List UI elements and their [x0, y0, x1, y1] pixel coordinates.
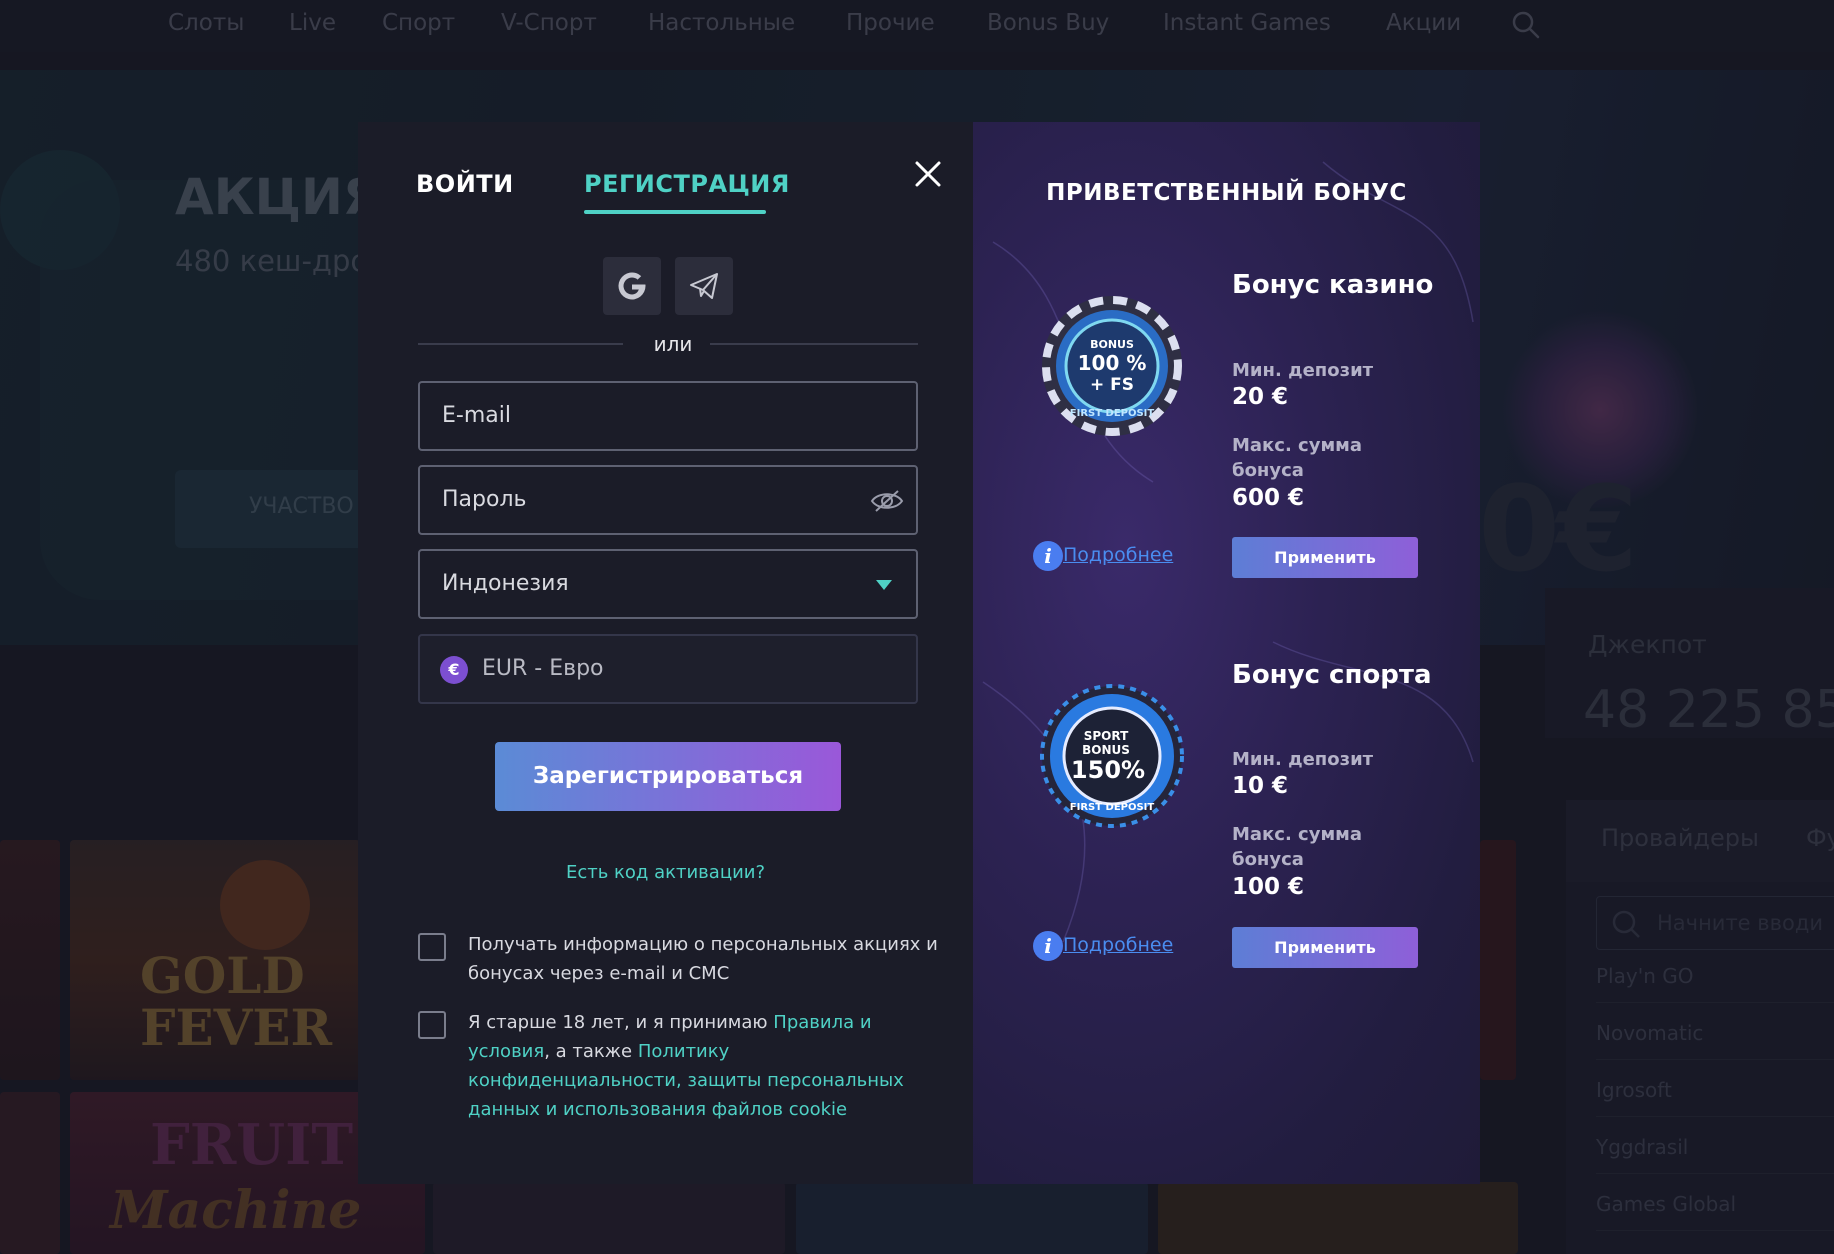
google-icon	[618, 272, 646, 300]
register-button[interactable]: Зарегистрироваться	[495, 742, 841, 811]
password-field[interactable]	[418, 465, 918, 535]
auth-modal: ВОЙТИ РЕГИСТРАЦИЯ или E-mail Индонезия €…	[358, 122, 1480, 1184]
chip-label: FIRST DEPOSIT	[1070, 408, 1155, 419]
tab-register[interactable]: РЕГИСТРАЦИЯ	[584, 170, 790, 198]
sport-max-bonus-value: 100 €	[1232, 874, 1305, 900]
sport-min-deposit-value: 10 €	[1232, 773, 1289, 799]
email-input[interactable]	[442, 383, 862, 449]
terms-text: , а также	[544, 1041, 638, 1062]
sport-bonus-apply-button[interactable]: Применить	[1232, 927, 1418, 968]
terms-consent-checkbox[interactable]	[418, 1011, 446, 1039]
casino-bonus-chip-icon: BONUS 100 % + FS FIRST DEPOSIT	[1042, 296, 1182, 436]
divider-label: или	[653, 332, 693, 356]
chip-label: 100 %	[1078, 351, 1147, 375]
chevron-down-icon	[876, 580, 892, 590]
euro-icon: €	[440, 656, 468, 684]
registration-form: ВОЙТИ РЕГИСТРАЦИЯ или E-mail Индонезия €…	[358, 122, 973, 1184]
sport-bonus-details-link[interactable]: Подробнее	[1063, 934, 1173, 956]
casino-bonus-title: Бонус казино	[1232, 270, 1434, 300]
marketing-consent-checkbox[interactable]	[418, 933, 446, 961]
email-field[interactable]	[418, 381, 918, 451]
telegram-icon	[690, 273, 718, 299]
country-select[interactable]: Индонезия	[418, 549, 918, 619]
active-tab-indicator	[584, 210, 766, 214]
close-icon[interactable]	[912, 158, 944, 190]
welcome-bonus-panel: ПРИВЕТСТВЕННЫЙ БОНУС BONUS 100 % + FS FI…	[973, 122, 1480, 1184]
sport-bonus-title: Бонус спорта	[1232, 660, 1432, 690]
sport-max-bonus-label: Макс. сумма бонуса	[1232, 824, 1363, 870]
marketing-consent-label: Получать информацию о персональных акция…	[468, 934, 938, 984]
chip-label: FIRST DEPOSIT	[1070, 802, 1155, 813]
chip-label: BONUS	[1090, 338, 1134, 351]
info-icon: i	[1033, 541, 1063, 571]
terms-text: Я старше 18 лет, и я принимаю	[468, 1012, 774, 1033]
casino-max-bonus-label: Макс. сумма бонуса	[1232, 435, 1363, 481]
sport-min-deposit-label: Мин. депозит	[1232, 749, 1374, 770]
toggle-password-visibility-icon[interactable]	[870, 487, 904, 515]
currency-field: € EUR - Евро	[418, 634, 918, 704]
sport-bonus-chip-icon: SPORT BONUS 150% FIRST DEPOSIT	[1040, 684, 1184, 828]
google-login-button[interactable]	[603, 257, 661, 315]
terms-consent-label: Я старше 18 лет, и я принимаю Правила и …	[468, 1008, 938, 1124]
welcome-bonus-title: ПРИВЕТСТВЕННЫЙ БОНУС	[1046, 180, 1407, 206]
chip-label: SPORT	[1084, 729, 1129, 743]
tab-login[interactable]: ВОЙТИ	[416, 170, 514, 198]
telegram-login-button[interactable]	[675, 257, 733, 315]
activation-code-link[interactable]: Есть код активации?	[358, 862, 973, 883]
divider	[710, 343, 918, 345]
casino-bonus-apply-button[interactable]: Применить	[1232, 537, 1418, 578]
country-value: Индонезия	[442, 571, 569, 596]
chip-label: + FS	[1090, 375, 1134, 395]
casino-min-deposit-label: Мин. депозит	[1232, 360, 1374, 381]
chip-label: 150%	[1071, 756, 1145, 784]
casino-max-bonus-value: 600 €	[1232, 485, 1305, 511]
casino-bonus-details-link[interactable]: Подробнее	[1063, 544, 1173, 566]
chip-label: BONUS	[1082, 743, 1130, 757]
currency-value: EUR - Евро	[482, 656, 604, 681]
info-icon: i	[1033, 931, 1063, 961]
password-input[interactable]	[442, 467, 862, 533]
divider	[418, 343, 623, 345]
casino-min-deposit-value: 20 €	[1232, 384, 1289, 410]
